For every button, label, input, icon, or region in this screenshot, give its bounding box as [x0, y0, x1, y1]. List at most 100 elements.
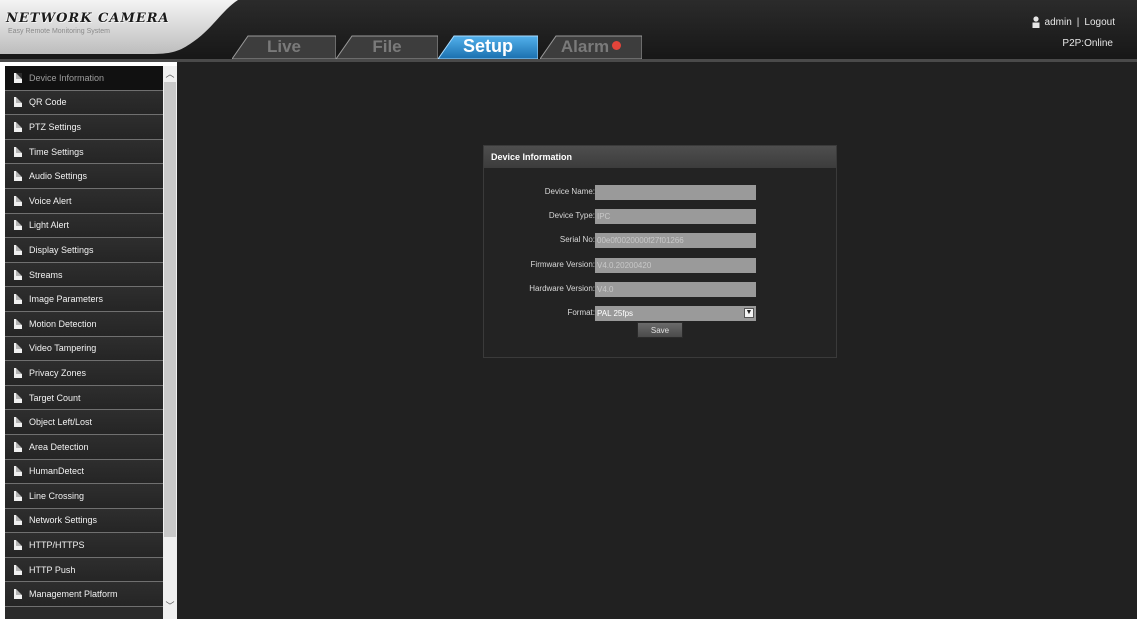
document-icon	[14, 564, 22, 575]
sidebar-item-label: Device Information	[29, 72, 105, 83]
sidebar-item-ptz-settings[interactable]: PTZ Settings	[5, 115, 163, 140]
document-icon	[14, 195, 22, 206]
tab-file-label: File	[372, 36, 402, 56]
serial-no-label: Serial No:	[559, 235, 595, 244]
sidebar-item-audio-settings[interactable]: Audio Settings	[5, 164, 163, 189]
sidebar-item-privacy-zones[interactable]: Privacy Zones	[5, 361, 163, 386]
sidebar-item-qr-code[interactable]: QR Code	[5, 90, 163, 116]
sidebar-item-label: HumanDetect	[29, 466, 85, 477]
serial-no-input	[595, 233, 756, 248]
username[interactable]: admin	[1045, 17, 1072, 28]
device-name-row: Device Name:	[484, 185, 838, 201]
tab-alarm-label: Alarm	[560, 36, 610, 56]
sidebar-item-human-detect[interactable]: HumanDetect	[5, 459, 163, 485]
document-icon	[14, 121, 22, 132]
sidebar-item-http-push[interactable]: HTTP Push	[5, 557, 163, 583]
header-bar: NETWORK CAMERA Easy Remote Monitoring Sy…	[0, 0, 1137, 62]
document-icon	[14, 515, 22, 526]
tab-setup[interactable]: Setup	[438, 34, 538, 59]
sidebar-item-label: Display Settings	[29, 244, 94, 255]
document-icon	[14, 244, 22, 255]
logo-text: NETWORK CAMERA	[6, 11, 170, 26]
sidebar-item-label: Time Settings	[29, 146, 84, 157]
tab-live[interactable]: Live	[232, 34, 336, 59]
logout-link[interactable]: Logout	[1084, 17, 1115, 28]
document-icon	[14, 220, 22, 231]
sidebar-item-object-left-lost[interactable]: Object Left/Lost	[5, 410, 163, 435]
sidebar-scrollbar[interactable]: ︿ ﹀	[163, 66, 177, 619]
tab-setup-label: Setup	[462, 36, 513, 56]
sidebar-item-device-information[interactable]: Device Information	[5, 66, 163, 91]
sidebar-item-label: Light Alert	[29, 220, 70, 231]
sidebar-item-http-https[interactable]: HTTP/HTTPS	[5, 533, 163, 558]
sidebar-item-voice-alert[interactable]: Voice Alert	[5, 188, 163, 214]
sidebar-menu: Device Information QR Code PTZ Settings …	[5, 66, 163, 619]
sidebar-item-label: Network Settings	[29, 515, 98, 526]
sidebar-item-motion-detection[interactable]: Motion Detection	[5, 311, 163, 337]
sidebar-item-network-settings[interactable]: Network Settings	[5, 508, 163, 534]
sidebar-item-label: Streams	[29, 269, 63, 280]
sidebar-item-label: Motion Detection	[29, 318, 97, 329]
document-icon	[14, 72, 22, 83]
sidebar-item-label: HTTP/HTTPS	[29, 540, 85, 551]
sidebar-item-display-settings[interactable]: Display Settings	[5, 238, 163, 263]
document-icon	[14, 417, 22, 428]
document-icon	[14, 540, 22, 551]
sidebar-item-area-detection[interactable]: Area Detection	[5, 434, 163, 460]
sidebar-item-label: PTZ Settings	[29, 121, 82, 132]
document-icon	[14, 441, 22, 452]
serial-no-row: Serial No:	[484, 233, 838, 249]
sidebar-item-label: Audio Settings	[29, 171, 88, 182]
logo-subtitle: Easy Remote Monitoring System	[8, 28, 110, 35]
main-content: Device Information Device Name: Device T…	[177, 62, 1137, 619]
format-select[interactable]: PAL 25fps ▼	[595, 306, 756, 321]
format-selected-value: PAL 25fps	[597, 309, 634, 318]
document-icon	[14, 269, 22, 280]
sidebar-item-image-parameters[interactable]: Image Parameters	[5, 287, 163, 312]
save-button[interactable]: Save	[637, 322, 683, 338]
format-label: Format:	[567, 308, 595, 317]
sidebar-item-label: Image Parameters	[29, 294, 104, 305]
firmware-version-row: Firmware Version:	[484, 258, 838, 274]
tab-file[interactable]: File	[336, 34, 438, 59]
document-icon	[14, 589, 22, 600]
hardware-version-input	[595, 282, 756, 297]
user-icon	[1032, 16, 1040, 28]
sidebar-item-label: Line Crossing	[29, 490, 85, 501]
device-name-label: Device Name:	[544, 187, 595, 196]
tab-alarm[interactable]: Alarm	[540, 34, 642, 59]
sidebar-item-label: Management Platform	[29, 589, 118, 600]
sidebar-item-line-crossing[interactable]: Line Crossing	[5, 484, 163, 509]
sidebar-item-management-platform[interactable]: Management Platform	[5, 582, 163, 608]
device-type-input	[595, 209, 756, 224]
sidebar-item-label: Privacy Zones	[29, 367, 87, 378]
scroll-up-arrow-icon[interactable]: ︿	[165, 68, 175, 80]
device-type-row: Device Type:	[484, 209, 838, 225]
header-separator: |	[1076, 16, 1080, 28]
panel-title: Device Information	[484, 146, 836, 168]
firmware-version-label: Firmware Version:	[530, 260, 595, 269]
sidebar-item-target-count[interactable]: Target Count	[5, 385, 163, 411]
sidebar-item-label: Object Left/Lost	[29, 417, 93, 428]
device-name-input[interactable]	[595, 185, 756, 200]
sidebar-item-streams[interactable]: Streams	[5, 262, 163, 288]
scroll-down-arrow-icon[interactable]: ﹀	[165, 600, 175, 612]
document-icon	[14, 392, 22, 403]
sidebar-item-label: Target Count	[29, 392, 81, 403]
tab-live-label: Live	[266, 36, 302, 56]
sidebar-item-time-settings[interactable]: Time Settings	[5, 139, 163, 165]
document-icon	[14, 318, 22, 329]
document-icon	[14, 171, 22, 182]
sidebar-item-label: QR Code	[29, 97, 67, 108]
document-icon	[14, 294, 22, 305]
p2p-status: P2P:Online	[1062, 38, 1113, 49]
document-icon	[14, 146, 22, 157]
app-window: NETWORK CAMERA Easy Remote Monitoring Sy…	[0, 0, 1137, 619]
document-icon	[14, 343, 22, 354]
firmware-version-input	[595, 258, 756, 273]
chevron-down-icon[interactable]: ▼	[744, 308, 754, 318]
sidebar-item-video-tampering[interactable]: Video Tampering	[5, 336, 163, 362]
sidebar-item-light-alert[interactable]: Light Alert	[5, 213, 163, 239]
hardware-version-label: Hardware Version:	[529, 284, 595, 293]
scrollbar-thumb[interactable]	[164, 82, 176, 537]
